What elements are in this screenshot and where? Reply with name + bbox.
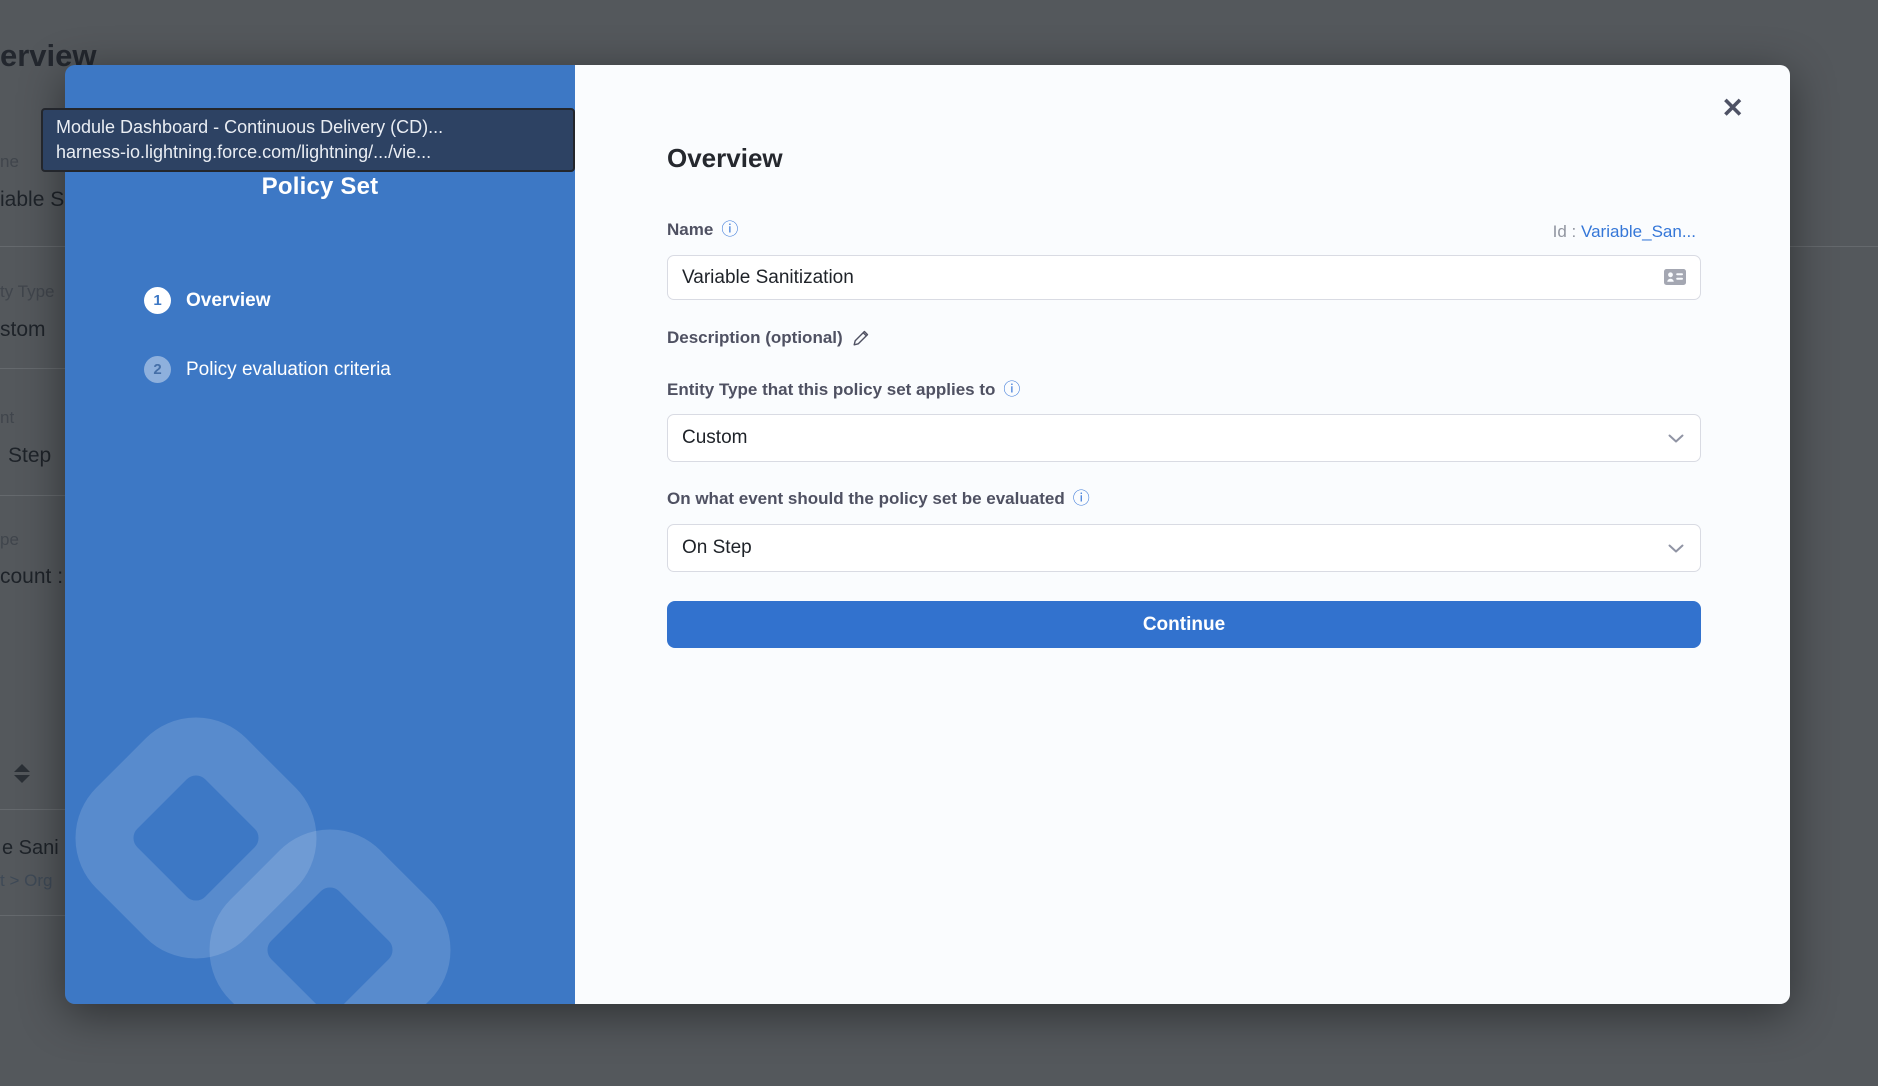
harness-logo-watermark (65, 65, 575, 1004)
step-number: 2 (144, 356, 171, 383)
info-icon[interactable]: ⓘ (1073, 491, 1090, 508)
overview-form-panel: ✕ Overview Name ⓘ Id : Variable_San... (575, 65, 1790, 1004)
edit-pencil-icon[interactable] (851, 328, 871, 348)
bg-name-label: ne (0, 152, 19, 172)
sort-icon (14, 764, 30, 783)
step-number: 1 (144, 287, 171, 314)
id-prefix-label: Id : (1553, 222, 1577, 241)
event-label: On what event should the policy set be e… (667, 489, 1065, 509)
name-input[interactable] (667, 255, 1701, 300)
bg-divider (0, 809, 65, 810)
entity-type-select[interactable]: Custom (667, 414, 1701, 462)
bg-event-label: nt (0, 408, 14, 428)
bg-divider (0, 368, 65, 369)
policy-set-modal: Policy Set 1 Overview 2 Policy evaluatio… (65, 65, 1790, 1004)
bg-entity-label: ty Type (0, 282, 55, 302)
tooltip-title: Module Dashboard - Continuous Delivery (… (56, 115, 560, 140)
bg-divider (1790, 246, 1878, 247)
entity-type-label: Entity Type that this policy set applies… (667, 380, 995, 400)
bg-account-value: count : (0, 565, 63, 589)
dimmed-background-page: erview ne iable S ty Type stom nt Step p… (0, 0, 1878, 1086)
close-icon[interactable]: ✕ (1721, 95, 1744, 122)
bg-divider (0, 495, 65, 496)
bg-divider (0, 915, 65, 916)
bg-event-value: Step (8, 444, 51, 468)
info-icon[interactable]: ⓘ (721, 222, 738, 239)
bg-divider (0, 246, 65, 247)
step-item-policy-evaluation-criteria[interactable]: 2 Policy evaluation criteria (144, 356, 391, 383)
chevron-down-icon (1668, 544, 1684, 553)
bg-name-value: iable S (0, 188, 64, 212)
chevron-down-icon (1668, 434, 1684, 443)
continue-button[interactable]: Continue (667, 601, 1701, 648)
step-item-overview[interactable]: 1 Overview (144, 287, 271, 314)
form-heading: Overview (667, 143, 783, 174)
wizard-sidebar: Policy Set 1 Overview 2 Policy evaluatio… (65, 65, 575, 1004)
id-card-icon[interactable] (1663, 268, 1687, 291)
id-link[interactable]: Variable_San... (1581, 222, 1696, 241)
event-selected-value: On Step (682, 537, 752, 559)
bg-entity-value: stom (0, 318, 46, 342)
description-label: Description (optional) (667, 328, 843, 348)
bg-breadcrumb: t > Org (0, 871, 52, 891)
url-preview-tooltip: Module Dashboard - Continuous Delivery (… (41, 108, 575, 172)
bg-policy-name: e Sani (2, 837, 59, 860)
event-select[interactable]: On Step (667, 524, 1701, 572)
info-icon[interactable]: ⓘ (1003, 382, 1020, 399)
name-label: Name (667, 220, 713, 240)
bg-type-label: pe (0, 530, 19, 550)
wizard-title: Policy Set (65, 173, 575, 201)
entity-type-selected-value: Custom (682, 427, 747, 449)
step-label: Policy evaluation criteria (186, 359, 391, 381)
entity-id: Id : Variable_San... (1553, 222, 1696, 242)
tooltip-url: harness-io.lightning.force.com/lightning… (56, 140, 560, 165)
step-label: Overview (186, 290, 271, 312)
